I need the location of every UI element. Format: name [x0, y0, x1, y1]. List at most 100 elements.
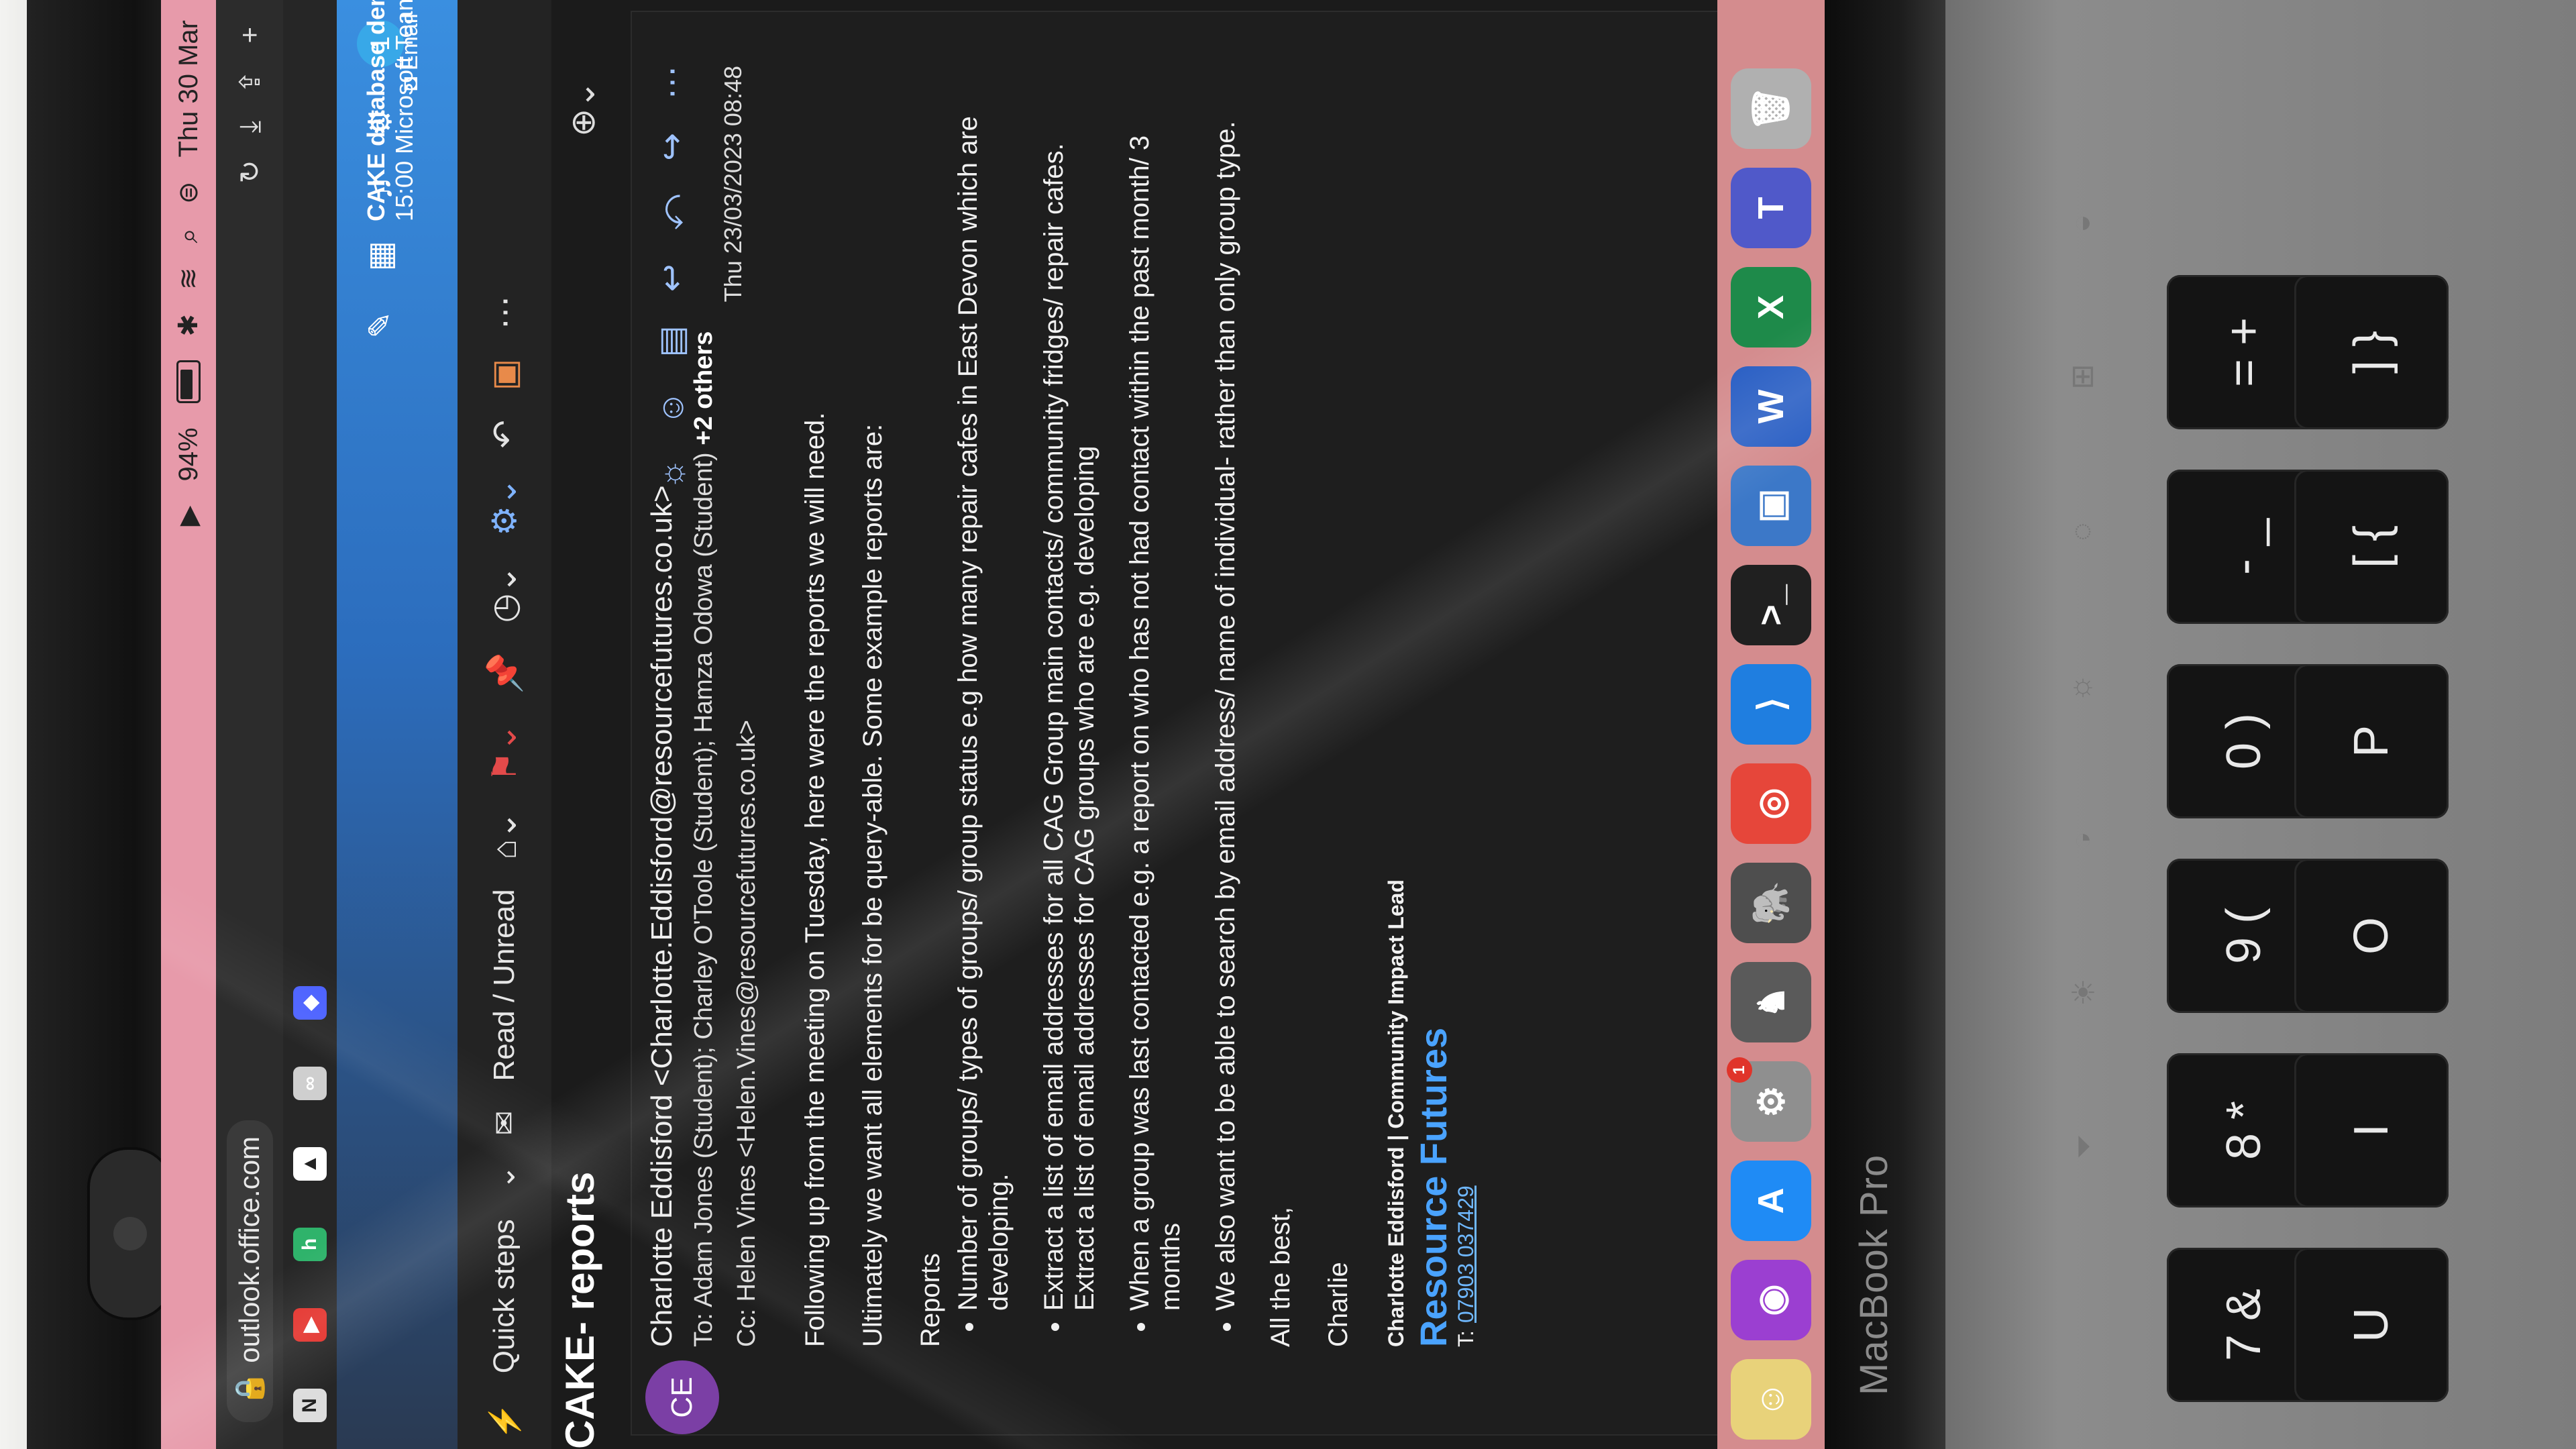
note-icon[interactable]: ▤ — [652, 325, 692, 357]
keyboard-key-label: - _ — [2217, 518, 2271, 576]
touchbar-control-icon[interactable]: ◔ — [2063, 818, 2103, 859]
dock-app-store-glyph: A — [1751, 1187, 1791, 1214]
pin-icon[interactable]: 📌 — [485, 652, 525, 694]
calendar-icon[interactable]: ▦ — [362, 241, 399, 271]
keyboard-key-label: I — [2344, 1123, 2398, 1138]
battery-icon[interactable] — [176, 360, 201, 404]
reply-all-icon[interactable]: ⤺ — [652, 195, 692, 230]
undo-icon[interactable]: ↶ — [485, 420, 524, 448]
cc-line[interactable]: Cc: Helen Vines <Helen.Vines@resourcefut… — [733, 720, 761, 1347]
reminder-title: CAKE database demo/te — [362, 0, 390, 221]
touchbar-control-icon[interactable]: ⏵ — [2063, 1127, 2103, 1167]
dock-excel-glyph: X — [1751, 294, 1791, 320]
phone-link[interactable]: 07903 037429 — [1454, 1185, 1478, 1323]
bookmark-hubspot-icon[interactable]: h — [293, 1228, 327, 1261]
reports-heading: Reports — [916, 1252, 945, 1347]
emoji-icon[interactable]: ☺ — [652, 391, 692, 425]
dock-chrome-glyph: ◎ — [1751, 788, 1792, 820]
message-actions: ☼ ☺ ▤ ↩ ⤺ ↪ ⋯ — [652, 66, 692, 489]
touchbar-control-icon[interactable]: ◑ — [2063, 201, 2103, 241]
reload-icon[interactable]: ↻ — [233, 160, 266, 183]
touchbar-control-icon[interactable]: ☀ — [2063, 973, 2103, 1013]
apps-icon[interactable]: ▣ — [485, 359, 524, 390]
touchbar-control-icon[interactable]: ◌ — [2063, 510, 2103, 550]
closing: All the best, — [1266, 1206, 1295, 1347]
chevron-down-icon[interactable]: ⌄ — [488, 1165, 522, 1189]
more-actions-icon[interactable]: ⋯ — [652, 66, 692, 99]
sender-line[interactable]: Charlotte Eddisford <Charlotte.Eddisford… — [645, 485, 679, 1347]
bookmark-arc-icon[interactable]: ▲ — [293, 1147, 327, 1181]
keyboard-key-label: 7 & — [2216, 1288, 2271, 1362]
ribbon-toolbar: ⚡ Quick steps ⌄ ✉ Read / Unread ⌂⌄ ⚑⌄ 📌 … — [458, 0, 551, 1449]
dock-chess-icon[interactable]: ♞ — [1731, 962, 1811, 1042]
share-icon[interactable]: ⇪ — [233, 70, 266, 94]
keyboard-deck: 7 & 8 * 9 (0 ) - _ = + U I O P [ {] } — [1945, 0, 2576, 1449]
control-center-icon[interactable]: ⊜ — [173, 182, 204, 205]
recipients-line[interactable]: To: Adam Jones (Student); Charley O'Tool… — [690, 331, 718, 1347]
address-bar[interactable]: 🔒 outlook.office.com — [226, 1120, 273, 1422]
dock-excel-icon[interactable]: X — [1731, 267, 1811, 347]
keyboard-key[interactable]: U — [2294, 1248, 2449, 1402]
dock-finder-icon[interactable]: ☺ — [1731, 1359, 1811, 1440]
play-icon[interactable]: ▶ — [173, 506, 204, 527]
dock-finder-glyph: ☺ — [1751, 1381, 1791, 1418]
keyboard-key-label: O — [2344, 916, 2398, 955]
keyboard-key[interactable]: O — [2294, 859, 2449, 1013]
dock-vscode-icon[interactable]: ⟩ — [1731, 664, 1811, 745]
whiteboard-icon[interactable]: ✎ — [362, 311, 399, 338]
keyboard-key[interactable]: [ { — [2294, 470, 2449, 624]
dock-vscode-glyph: ⟩ — [1751, 697, 1792, 712]
dock-app-store-icon[interactable]: A — [1731, 1161, 1811, 1241]
sun-icon[interactable]: ☼ — [652, 459, 692, 490]
new-tab-icon[interactable]: + — [233, 27, 266, 44]
dock-terminal-icon[interactable]: >_ — [1731, 565, 1811, 645]
rules-icon[interactable]: ⚙⌄ — [485, 478, 524, 536]
dock-tableplus-icon[interactable]: 🐘 — [1731, 863, 1811, 943]
snooze-clock-icon[interactable]: ◷⌄ — [485, 566, 524, 623]
bookmark-squarespace-icon[interactable]: ∞ — [293, 1067, 327, 1100]
tag-icon[interactable]: ⌂⌄ — [485, 811, 524, 859]
model-label: MacBook Pro — [1852, 1154, 1896, 1395]
battery-percent: 94% — [173, 427, 203, 482]
dock-virtualbox-icon[interactable]: ▣ — [1731, 466, 1811, 546]
meeting-reminder[interactable]: CAKE database demo/te 15:00 Microsoft Te… — [362, 0, 419, 221]
list-item: We also want to be able to search by ema… — [1210, 72, 1241, 1311]
dock-podcasts-glyph: ◉ — [1751, 1284, 1792, 1316]
dock-teams-icon[interactable]: T — [1731, 168, 1811, 248]
signature-company: Resource Futures — [1412, 1027, 1454, 1347]
bookmark-tempo-icon[interactable]: ◆ — [293, 986, 327, 1020]
keyboard-key[interactable]: ] } — [2294, 275, 2449, 429]
laptop-screen: ▶ 94% ✱ ≋ ⌕ ⊜ Thu 30 Mar 🔒 outlook.offic… — [161, 0, 1825, 1449]
reply-icon[interactable]: ↩ — [652, 264, 692, 292]
dock-podcasts-icon[interactable]: ◉ — [1731, 1260, 1811, 1340]
bookmarks-bar: N ▶ h ▲ ∞ ◆ — [283, 0, 337, 1449]
forward-icon[interactable]: ↪ — [652, 133, 692, 161]
phone-label: T: — [1454, 1330, 1478, 1347]
flag-icon[interactable]: ⚑⌄ — [485, 724, 524, 782]
dock-system-settings-icon[interactable]: ⚙ 1 — [1727, 1057, 1811, 1142]
bluetooth-icon[interactable]: ✱ — [173, 314, 204, 337]
signature-name: Charlotte Eddisford | Community Impact L… — [1384, 879, 1408, 1347]
touchbar-control-icon[interactable]: ⊞ — [2063, 356, 2103, 396]
more-options-icon[interactable]: ⋯ — [485, 296, 524, 329]
laptop-bezel-left — [27, 0, 173, 1449]
quick-steps-button[interactable]: Quick steps — [488, 1219, 521, 1373]
more-recipients[interactable]: +2 others — [690, 331, 718, 445]
wifi-icon[interactable]: ≋ — [173, 267, 204, 290]
touchbar-control-icon[interactable]: ☼ — [2063, 664, 2103, 704]
bookmark-youtube-icon[interactable]: ▶ — [293, 1308, 327, 1342]
download-icon[interactable]: ⤓ — [233, 121, 266, 133]
bookmark-notion-icon[interactable]: N — [293, 1389, 327, 1422]
menubar-datetime[interactable]: Thu 30 Mar — [174, 20, 204, 158]
zoom-icon[interactable]: ⊕⌄ — [564, 80, 602, 137]
dock-chrome-icon[interactable]: ◎ — [1731, 763, 1811, 844]
spotlight-search-icon[interactable]: ⌕ — [174, 228, 204, 243]
keyboard-key[interactable]: P — [2294, 664, 2449, 818]
dock-trash-icon[interactable]: 🗑 — [1731, 68, 1811, 149]
dock-word-icon[interactable]: W — [1731, 366, 1811, 447]
keyboard-key-label: 0 ) — [2217, 712, 2271, 770]
keyboard-key[interactable]: I — [2294, 1053, 2449, 1208]
read-unread-button[interactable]: Read / Unread — [488, 889, 521, 1081]
sender-avatar[interactable]: CE — [645, 1360, 719, 1434]
dock-word-glyph: W — [1751, 389, 1791, 424]
